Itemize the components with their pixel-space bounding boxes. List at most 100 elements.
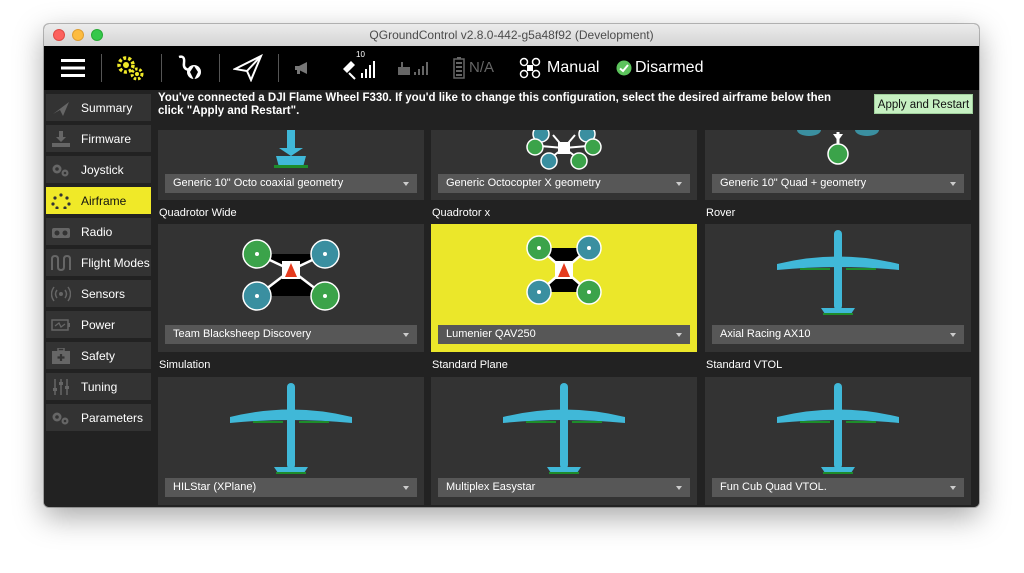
gears-icon xyxy=(117,56,144,81)
airframe-select-value: HILStar (XPlane) xyxy=(173,481,257,493)
flight-mode-selector[interactable]: Manual xyxy=(547,46,599,90)
sidebar-item-sensors[interactable]: Sensors xyxy=(46,280,151,307)
airframe-select[interactable]: Generic Octocopter X geometry xyxy=(438,174,690,193)
gears-icon xyxy=(50,410,72,426)
chevron-down-icon xyxy=(950,333,956,337)
airframe-select[interactable]: Axial Racing AX10 xyxy=(712,325,964,344)
sidebar-item-safety[interactable]: Safety xyxy=(46,342,151,369)
chevron-down-icon xyxy=(950,182,956,186)
arm-status-icon-wrap xyxy=(614,46,634,90)
sidebar-item-label: Safety xyxy=(81,348,116,363)
sidebar-item-label: Summary xyxy=(81,100,133,115)
airframe-type-title: Standard Plane xyxy=(432,359,508,371)
sidebar-item-airframe[interactable]: Airframe xyxy=(46,187,151,214)
airframe-select[interactable]: Lumenier QAV250 xyxy=(438,325,690,344)
paper-plane-icon xyxy=(233,54,263,82)
menu-button[interactable] xyxy=(56,46,90,90)
airframe-select-value: Generic Octocopter X geometry xyxy=(446,177,601,189)
sidebar-item-joystick[interactable]: Joystick xyxy=(46,156,151,183)
airframe-card[interactable]: HILStar (XPlane) xyxy=(158,377,424,505)
airframe-card[interactable]: Multiplex Easystar xyxy=(431,377,697,505)
plan-view-button[interactable] xyxy=(170,46,210,90)
airframe-select[interactable]: Multiplex Easystar xyxy=(438,478,690,497)
apply-and-restart-button[interactable]: Apply and Restart xyxy=(874,94,973,114)
sidebar-item-label: Radio xyxy=(81,224,113,239)
sidebar-item-label: Sensors xyxy=(81,286,126,301)
app-window: QGroundControl v2.8.0-442-g5a48f92 (Deve… xyxy=(44,24,979,507)
airframe-select-value: Generic 10" Octo coaxial geometry xyxy=(173,177,344,189)
airframe-select[interactable]: Generic 10" Quad + geometry xyxy=(712,174,964,193)
sidebar-item-label: Tuning xyxy=(81,379,118,394)
airframe-card[interactable]: Generic Octocopter X geometry xyxy=(431,130,697,200)
airframe-select[interactable]: Fun Cub Quad VTOL. xyxy=(712,478,964,497)
wave-icon xyxy=(50,254,72,271)
flight-mode-icon-wrap xyxy=(518,46,542,90)
sidebar-item-firmware[interactable]: Firmware xyxy=(46,125,151,152)
airframe-type-title: Simulation xyxy=(159,359,211,371)
sidebar-item-flight-modes[interactable]: Flight Modes xyxy=(46,249,151,276)
airframe-card[interactable]: Axial Racing AX10 xyxy=(705,224,971,352)
toolbar-divider xyxy=(101,54,102,82)
quadcopter-icon xyxy=(519,57,541,79)
airframe-card[interactable]: Generic 10" Quad + geometry xyxy=(705,130,971,200)
sidebar-item-tuning[interactable]: Tuning xyxy=(46,373,151,400)
arm-status[interactable]: Disarmed xyxy=(635,46,703,90)
airframe-type-title: Quadrotor Wide xyxy=(159,207,237,219)
safety-icon xyxy=(50,347,72,364)
toolbar-divider xyxy=(161,54,162,82)
radio-signal-icon xyxy=(398,62,428,75)
airframe-card[interactable]: Team Blacksheep Discovery xyxy=(158,224,424,352)
sidebar-item-label: Firmware xyxy=(81,131,131,146)
window-title: QGroundControl v2.8.0-442-g5a48f92 (Deve… xyxy=(369,28,654,42)
sidebar-item-label: Flight Modes xyxy=(81,255,150,270)
radio-icon xyxy=(50,224,72,240)
megaphone-icon xyxy=(295,62,307,74)
sidebar-item-summary[interactable]: Summary xyxy=(46,94,151,121)
toolbar-divider xyxy=(278,54,279,82)
setup-sidebar: Summary Firmware Joystick Airframe Radio… xyxy=(44,90,154,507)
airframe-select[interactable]: Generic 10" Octo coaxial geometry xyxy=(165,174,417,193)
airframe-select[interactable]: Team Blacksheep Discovery xyxy=(165,325,417,344)
airframe-card[interactable]: Fun Cub Quad VTOL. xyxy=(705,377,971,505)
rc-rssi-indicator[interactable] xyxy=(394,46,434,90)
gps-indicator[interactable]: 10 xyxy=(339,46,379,90)
airframe-select-value: Generic 10" Quad + geometry xyxy=(720,177,867,189)
sidebar-item-parameters[interactable]: Parameters xyxy=(46,404,151,431)
chevron-down-icon xyxy=(950,486,956,490)
airframe-select-value: Multiplex Easystar xyxy=(446,481,536,493)
check-circle-icon xyxy=(616,60,632,76)
hamburger-icon xyxy=(61,59,85,77)
close-window-button[interactable] xyxy=(53,29,65,41)
sidebar-item-power[interactable]: Power xyxy=(46,311,151,338)
plane-icon xyxy=(50,100,72,116)
maximize-window-button[interactable] xyxy=(91,29,103,41)
minimize-window-button[interactable] xyxy=(72,29,84,41)
sidebar-item-label: Power xyxy=(81,317,116,332)
download-icon xyxy=(50,130,72,147)
sidebar-item-radio[interactable]: Radio xyxy=(46,218,151,245)
battery-indicator[interactable] xyxy=(451,46,467,90)
airframe-icon xyxy=(50,192,72,209)
chevron-down-icon xyxy=(676,333,682,337)
airframe-type-title: Rover xyxy=(706,207,736,219)
satellite-count: 10 xyxy=(356,50,365,59)
waypoint-route-icon xyxy=(178,55,201,80)
title-bar: QGroundControl v2.8.0-442-g5a48f92 (Deve… xyxy=(44,24,979,47)
airframe-type-title: Quadrotor x xyxy=(432,207,491,219)
main-toolbar: 10 N/A Manual Disarmed xyxy=(44,46,979,90)
messages-indicator[interactable] xyxy=(290,46,314,90)
sidebar-item-label: Parameters xyxy=(81,410,144,425)
battery-value: N/A xyxy=(469,59,495,76)
airframe-select[interactable]: HILStar (XPlane) xyxy=(165,478,417,497)
airframe-select-value: Fun Cub Quad VTOL. xyxy=(720,481,827,493)
chevron-down-icon xyxy=(676,486,682,490)
airframe-card-selected[interactable]: Lumenier QAV250 xyxy=(431,224,697,352)
setup-view-button[interactable] xyxy=(110,46,150,90)
chevron-down-icon xyxy=(403,333,409,337)
battery-icon xyxy=(453,57,465,79)
airframe-card[interactable]: Generic 10" Octo coaxial geometry xyxy=(158,130,424,200)
sidebar-item-label: Airframe xyxy=(81,193,127,208)
fly-view-button[interactable] xyxy=(228,46,268,90)
gears-icon xyxy=(50,162,72,178)
airframe-panel: You've connected a DJI Flame Wheel F330.… xyxy=(154,90,979,507)
